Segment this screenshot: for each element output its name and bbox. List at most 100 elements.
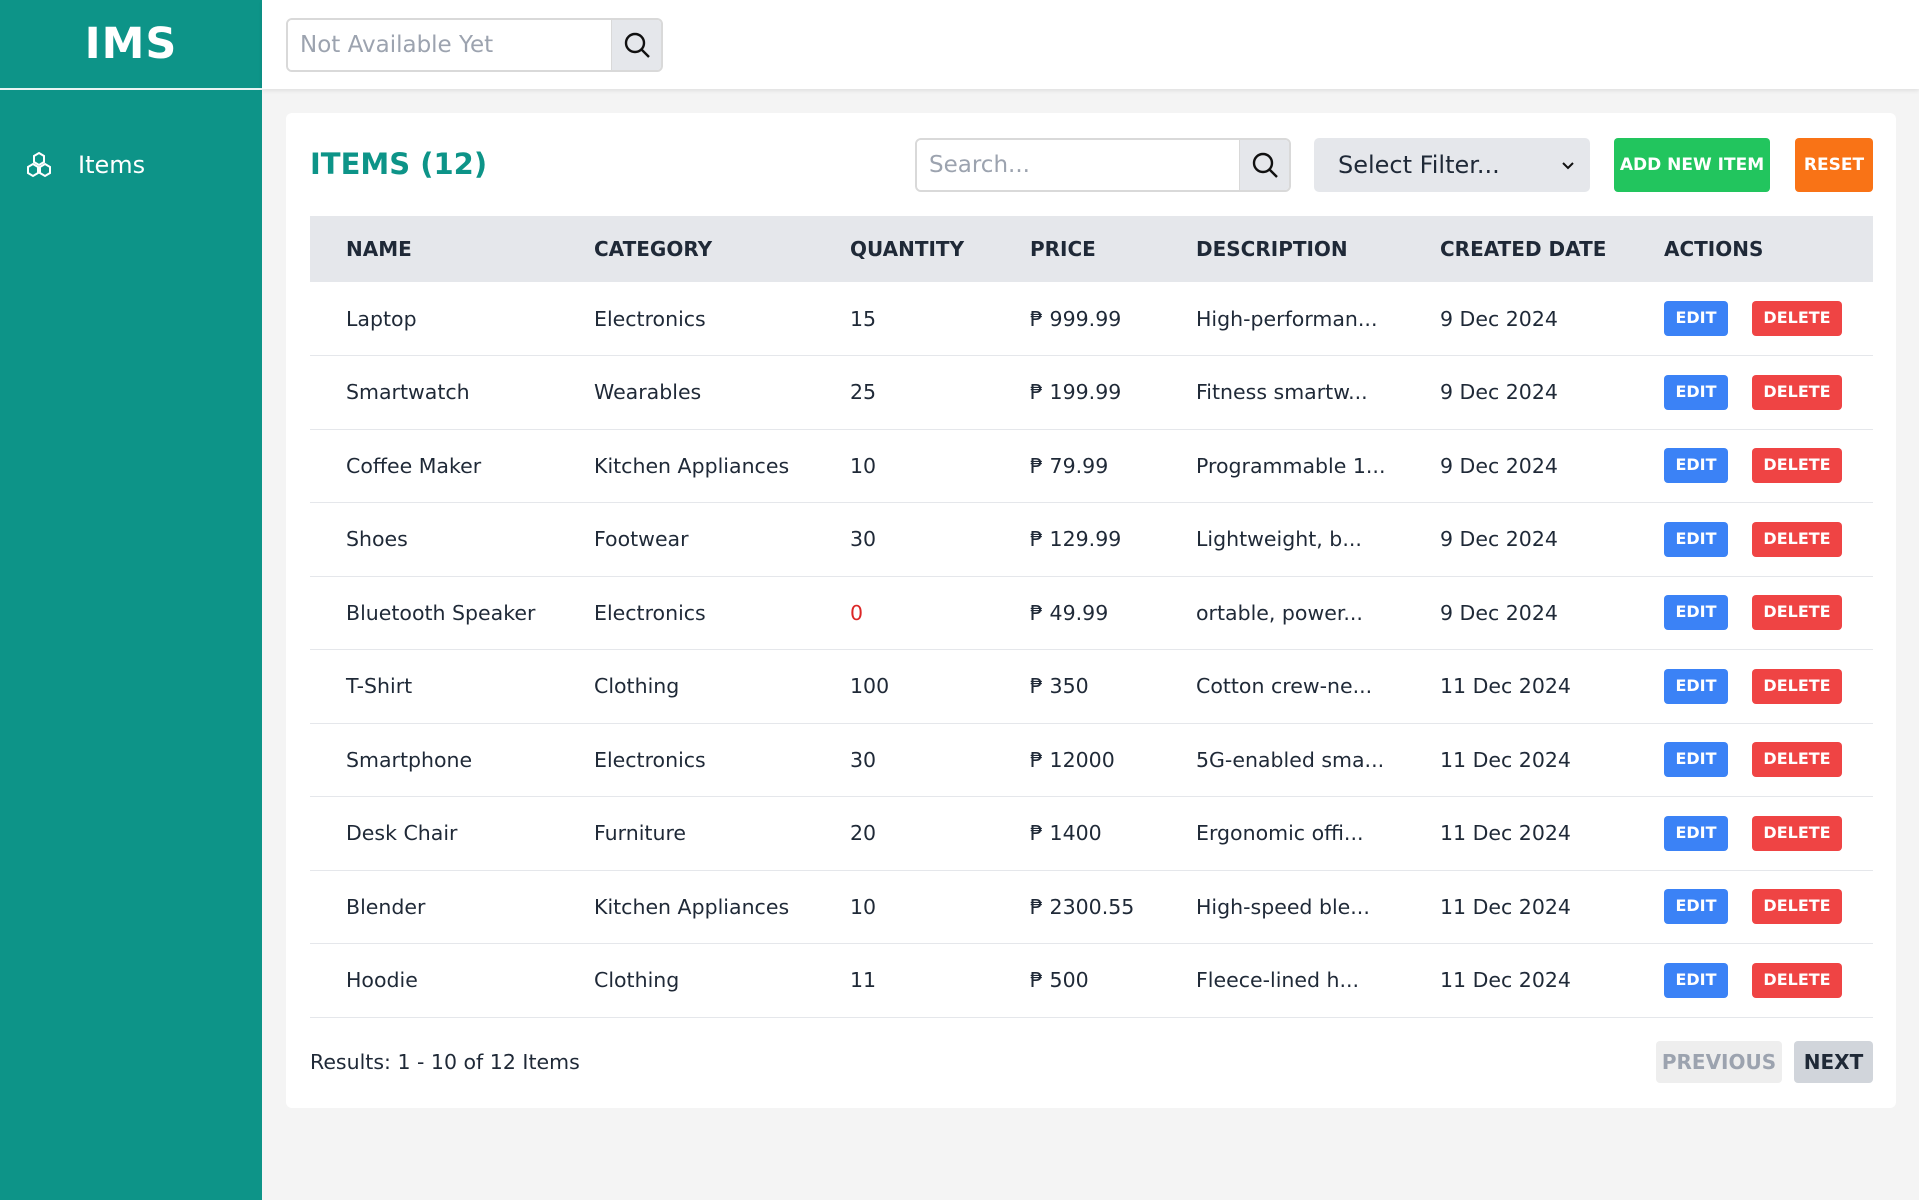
cell-quantity: 25 bbox=[850, 380, 877, 405]
edit-button[interactable]: EDIT bbox=[1664, 595, 1728, 631]
results-summary: Results: 1 - 10 of 12 Items bbox=[310, 1050, 580, 1074]
next-page-button[interactable]: NEXT bbox=[1794, 1041, 1873, 1083]
cell-created: 9 Dec 2024 bbox=[1440, 527, 1558, 552]
cell-name: Hoodie bbox=[346, 968, 418, 993]
cell-created: 9 Dec 2024 bbox=[1440, 453, 1558, 478]
cell-quantity: 11 bbox=[850, 968, 877, 993]
cell-category: Clothing bbox=[594, 968, 680, 993]
delete-button[interactable]: DELETE bbox=[1752, 448, 1842, 484]
cell-quantity: 15 bbox=[850, 306, 877, 331]
delete-button[interactable]: DELETE bbox=[1752, 668, 1842, 704]
cell-quantity: 0 bbox=[850, 600, 864, 625]
cell-price: ₱ 79.99 bbox=[1030, 453, 1109, 478]
cell-quantity: 10 bbox=[850, 894, 877, 919]
edit-button[interactable]: EDIT bbox=[1664, 889, 1728, 925]
previous-page-button[interactable]: PREVIOUS bbox=[1656, 1041, 1782, 1083]
table-row: Laptop Electronics 15 ₱ 999.99 High-performa… bbox=[310, 282, 1873, 356]
cell-description: Fleece-lined h... bbox=[1196, 968, 1360, 993]
cell-price: ₱ 199.99 bbox=[1030, 380, 1122, 405]
topbar bbox=[262, 0, 1919, 89]
delete-button[interactable]: DELETE bbox=[1752, 301, 1842, 336]
cell-actions: EDIT DELETE bbox=[1628, 576, 1873, 650]
column-header-description: DESCRIPTION bbox=[1196, 237, 1348, 261]
edit-button[interactable]: EDIT bbox=[1664, 962, 1728, 998]
cell-actions: EDIT DELETE bbox=[1628, 870, 1873, 944]
items-search-input[interactable] bbox=[917, 140, 1239, 190]
table-header-row: NAME CATEGORY QUANTITY PRICE DESCRIPTION… bbox=[310, 216, 1873, 282]
cell-category: Kitchen Appliances bbox=[594, 894, 790, 919]
cell-quantity: 20 bbox=[850, 821, 877, 846]
edit-button[interactable]: EDIT bbox=[1664, 374, 1728, 410]
cell-quantity: 30 bbox=[850, 527, 877, 552]
cell-created: 11 Dec 2024 bbox=[1440, 747, 1571, 772]
column-header-category: CATEGORY bbox=[594, 237, 713, 261]
cell-price: ₱ 500 bbox=[1030, 968, 1089, 993]
cell-name: Laptop bbox=[346, 306, 417, 331]
sidebar-item-label: Items bbox=[78, 151, 146, 179]
cell-created: 11 Dec 2024 bbox=[1440, 674, 1571, 699]
cell-description: Cotton crew-ne... bbox=[1196, 674, 1373, 699]
cell-created: 11 Dec 2024 bbox=[1440, 968, 1571, 993]
column-header-created-date: CREATED DATE bbox=[1440, 237, 1607, 261]
cell-description: Lightweight, b... bbox=[1196, 527, 1362, 552]
cubes-icon bbox=[24, 150, 54, 180]
add-new-item-button[interactable]: ADD NEW ITEM bbox=[1614, 138, 1770, 192]
cell-name: Desk Chair bbox=[346, 821, 458, 846]
delete-button[interactable]: DELETE bbox=[1752, 374, 1842, 410]
delete-button[interactable]: DELETE bbox=[1752, 815, 1842, 851]
cell-created: 11 Dec 2024 bbox=[1440, 894, 1571, 919]
global-search-button[interactable] bbox=[611, 20, 661, 70]
cell-description: Fitness smartw... bbox=[1196, 380, 1368, 405]
cell-category: Electronics bbox=[594, 306, 706, 331]
edit-button[interactable]: EDIT bbox=[1664, 815, 1728, 851]
cell-category: Wearables bbox=[594, 380, 702, 405]
cell-category: Electronics bbox=[594, 600, 706, 625]
column-header-price: PRICE bbox=[1030, 237, 1096, 261]
cell-name: Bluetooth Speaker bbox=[346, 600, 536, 625]
cell-description: Programmable 1... bbox=[1196, 453, 1386, 478]
edit-button[interactable]: EDIT bbox=[1664, 521, 1728, 557]
table-row: Smartwatch Wearables 25 ₱ 199.99 Fitness sma… bbox=[310, 356, 1873, 429]
cell-actions: EDIT DELETE bbox=[1628, 503, 1873, 577]
sidebar: IMS Items bbox=[0, 0, 262, 1200]
global-search-input[interactable] bbox=[288, 20, 611, 70]
delete-button[interactable]: DELETE bbox=[1752, 962, 1842, 998]
cell-description: High-speed ble... bbox=[1196, 894, 1370, 919]
cell-quantity: 30 bbox=[850, 747, 877, 772]
cell-quantity: 10 bbox=[850, 453, 877, 478]
cell-price: ₱ 999.99 bbox=[1030, 306, 1122, 331]
cell-category: Electronics bbox=[594, 747, 706, 772]
cell-category: Clothing bbox=[594, 674, 680, 699]
edit-button[interactable]: EDIT bbox=[1664, 742, 1728, 778]
edit-button[interactable]: EDIT bbox=[1664, 668, 1728, 704]
cell-name: Coffee Maker bbox=[346, 453, 482, 478]
cell-price: ₱ 49.99 bbox=[1030, 600, 1109, 625]
filter-selected-value: Select Filter... bbox=[1338, 151, 1500, 179]
cell-category: Footwear bbox=[594, 527, 689, 552]
delete-button[interactable]: DELETE bbox=[1752, 742, 1842, 778]
cell-price: ₱ 1400 bbox=[1030, 821, 1102, 846]
cell-created: 9 Dec 2024 bbox=[1440, 600, 1558, 625]
delete-button[interactable]: DELETE bbox=[1752, 889, 1842, 925]
sidebar-item-items[interactable]: Items bbox=[24, 150, 145, 180]
app-brand: IMS bbox=[0, 0, 262, 90]
search-icon bbox=[624, 32, 650, 58]
cell-actions: EDIT DELETE bbox=[1628, 723, 1873, 797]
table-row: Shoes Footwear 30 ₱ 129.99 Lightweight, b...… bbox=[310, 503, 1873, 577]
items-card: ITEMS (12) Select Filter... ADD NEW ITEM… bbox=[286, 113, 1896, 1108]
reset-button[interactable]: RESET bbox=[1795, 138, 1873, 192]
cell-name: T-Shirt bbox=[346, 674, 413, 699]
filter-select[interactable]: Select Filter... bbox=[1314, 138, 1590, 192]
global-search bbox=[286, 18, 663, 72]
items-search bbox=[915, 138, 1291, 192]
delete-button[interactable]: DELETE bbox=[1752, 521, 1842, 557]
items-search-button[interactable] bbox=[1239, 140, 1289, 190]
cell-actions: EDIT DELETE bbox=[1628, 282, 1873, 356]
table-row: T-Shirt Clothing 100 ₱ 350 Cotton crew-ne...… bbox=[310, 650, 1873, 723]
cell-name: Blender bbox=[346, 894, 426, 919]
cell-name: Shoes bbox=[346, 527, 408, 552]
delete-button[interactable]: DELETE bbox=[1752, 595, 1842, 631]
column-header-actions: ACTIONS bbox=[1664, 237, 1764, 261]
edit-button[interactable]: EDIT bbox=[1664, 301, 1728, 336]
edit-button[interactable]: EDIT bbox=[1664, 448, 1728, 484]
